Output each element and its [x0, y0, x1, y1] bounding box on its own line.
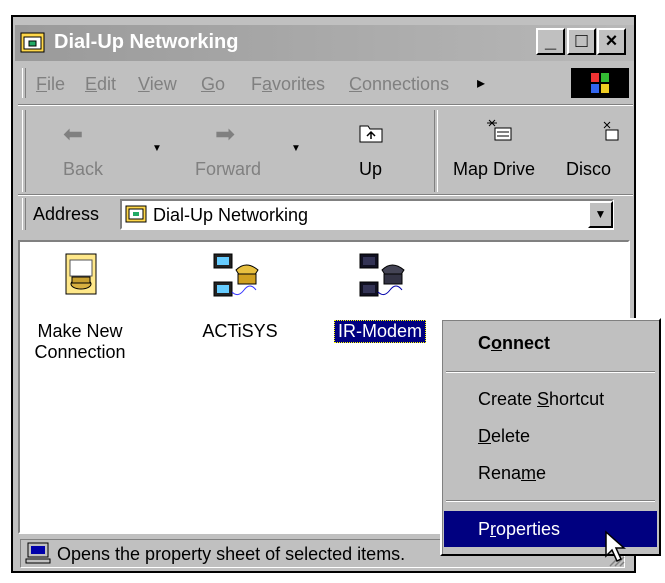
- toolbar-divider-bottom: [18, 194, 633, 196]
- address-value: Dial-Up Networking: [153, 205, 309, 225]
- menu-item-connect[interactable]: Connect: [478, 331, 550, 355]
- forward-button[interactable]: ➡ Forward: [175, 112, 290, 190]
- menu-file[interactable]: File: [36, 72, 65, 96]
- menu-item-delete[interactable]: Delete: [478, 424, 530, 448]
- make-new-connection-icon: [62, 250, 102, 305]
- menu-item-properties[interactable]: Properties: [478, 517, 560, 541]
- menu-separator: [446, 371, 655, 373]
- windows-logo-icon: [571, 68, 629, 98]
- back-arrow-icon: ⬅: [62, 121, 84, 148]
- minimize-button[interactable]: _: [536, 28, 565, 55]
- map-drive-label: Map Drive: [453, 159, 536, 179]
- item-label-selected: IR-Modem: [334, 320, 427, 343]
- disconnect-button[interactable]: Disco: [558, 112, 630, 190]
- folder-dialup-icon: [20, 30, 45, 54]
- back-dropdown-icon[interactable]: ▼: [152, 143, 162, 154]
- disconnect-label: Disco: [566, 159, 612, 179]
- computer-icon: [25, 541, 51, 570]
- status-text: Opens the property sheet of selected ite…: [57, 544, 406, 564]
- dialup-connection-icon: [212, 252, 264, 307]
- toolbar-grip[interactable]: [22, 110, 26, 192]
- menu-item-create-shortcut[interactable]: Create Shortcut: [478, 387, 604, 411]
- menu-separator: [446, 500, 655, 502]
- map-drive-icon: [485, 118, 515, 149]
- up-folder-icon: [358, 120, 384, 149]
- up-label: Up: [359, 159, 383, 179]
- list-item-actisys[interactable]: ACTiSYS: [190, 248, 290, 358]
- maximize-button[interactable]: □: [567, 28, 596, 55]
- addressbar-grip[interactable]: [22, 198, 26, 230]
- address-dropdown-icon[interactable]: ▼: [588, 201, 613, 228]
- menu-edit[interactable]: Edit: [85, 72, 116, 96]
- back-label: Back: [63, 159, 104, 179]
- close-button[interactable]: ×: [597, 28, 626, 55]
- item-label: Make New: [37, 321, 123, 341]
- menu-view[interactable]: View: [138, 72, 177, 96]
- disconnect-icon: [602, 120, 622, 149]
- list-item-make-new-connection[interactable]: Make New Connection: [30, 248, 130, 378]
- forward-arrow-icon: ➡: [214, 121, 236, 148]
- back-button[interactable]: ⬅ Back: [30, 112, 130, 190]
- mouse-cursor-icon: [604, 530, 630, 569]
- menubar-divider: [18, 104, 633, 106]
- item-label: ACTiSYS: [202, 321, 278, 341]
- toolbar-divider: [434, 110, 438, 192]
- list-item-ir-modem[interactable]: IR-Modem: [326, 248, 446, 358]
- dialup-folder-icon: [125, 204, 147, 229]
- dialup-connection-icon: [358, 252, 410, 307]
- menu-go[interactable]: Go: [201, 72, 225, 96]
- up-button[interactable]: Up: [340, 112, 400, 190]
- menu-favorites[interactable]: Favorites: [251, 72, 325, 96]
- forward-label: Forward: [195, 159, 262, 179]
- item-label: Connection: [34, 342, 126, 362]
- menu-overflow-arrow-icon[interactable]: ▸: [477, 72, 485, 96]
- map-drive-button[interactable]: Map Drive: [447, 112, 557, 190]
- address-label: Address: [33, 204, 100, 224]
- menu-item-rename[interactable]: Rename: [478, 461, 546, 485]
- menu-connections[interactable]: Connections: [349, 72, 449, 96]
- window-title: Dial-Up Networking: [54, 31, 239, 53]
- forward-dropdown-icon[interactable]: ▼: [291, 143, 301, 154]
- menubar-grip[interactable]: [22, 68, 26, 98]
